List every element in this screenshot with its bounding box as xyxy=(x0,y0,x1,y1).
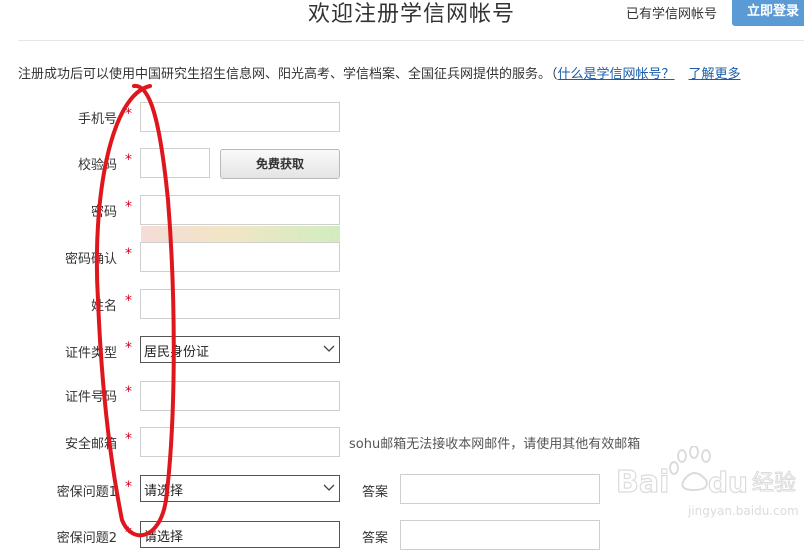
question2-label: 密保问题2 xyxy=(56,531,117,546)
id-number-input[interactable] xyxy=(140,381,340,411)
get-code-button[interactable]: 免费获取 xyxy=(220,149,340,179)
email-input[interactable] xyxy=(140,427,340,457)
svg-text:Bai: Bai xyxy=(616,465,669,500)
watermark-url: jingyan.baidu.com xyxy=(688,504,799,518)
id-type-label: 证件类型 xyxy=(64,346,117,361)
name-label: 姓名 xyxy=(90,299,117,314)
id-number-label: 证件号码 xyxy=(64,390,117,405)
what-is-account-link[interactable]: 什么是学信网帐号？ xyxy=(558,67,675,82)
login-button[interactable]: 立即登录 xyxy=(732,0,804,26)
email-label: 安全邮箱 xyxy=(64,437,117,452)
required-mark: * xyxy=(125,152,132,168)
page-title: 欢迎注册学信网帐号 xyxy=(308,2,516,27)
email-hint: sohu邮箱无法接收本网邮件，请使用其他有效邮箱 xyxy=(349,437,641,452)
baidu-watermark: Bai du 经验 jingyan.baidu.com xyxy=(612,445,802,525)
password-input[interactable] xyxy=(140,195,340,225)
answer1-input[interactable] xyxy=(400,474,600,504)
confirm-label: 密码确认 xyxy=(64,252,117,267)
answer1-label: 答案 xyxy=(362,485,389,500)
password-label: 密码 xyxy=(90,205,117,220)
chevron-down-icon xyxy=(323,484,335,491)
required-mark: * xyxy=(125,246,132,262)
required-mark: * xyxy=(125,525,132,541)
required-mark: * xyxy=(125,340,132,356)
required-mark: * xyxy=(125,431,132,447)
confirm-password-input[interactable] xyxy=(140,242,340,272)
id-type-value: 居民身份证 xyxy=(144,345,210,360)
chevron-down-icon xyxy=(323,345,335,352)
code-label: 校验码 xyxy=(77,158,117,173)
question1-select[interactable]: 请选择 xyxy=(140,475,340,502)
intro-description: 注册成功后可以使用中国研究生招生信息网、阳光高考、学信档案、全国征兵网提供的服务… xyxy=(18,67,558,82)
answer2-label: 答案 xyxy=(362,531,389,546)
svg-text:经验: 经验 xyxy=(752,471,796,496)
password-strength-bar xyxy=(141,226,340,242)
have-account-text: 已有学信网帐号 xyxy=(626,7,718,22)
answer2-input[interactable] xyxy=(400,520,600,550)
code-input[interactable] xyxy=(140,148,210,178)
name-input[interactable] xyxy=(140,289,340,319)
phone-input[interactable] xyxy=(140,102,340,132)
phone-label: 手机号 xyxy=(77,112,117,127)
required-mark: * xyxy=(125,199,132,215)
required-mark: * xyxy=(125,384,132,400)
intro-text: 注册成功后可以使用中国研究生招生信息网、阳光高考、学信档案、全国征兵网提供的服务… xyxy=(18,63,741,82)
required-mark: * xyxy=(125,106,132,122)
id-type-select[interactable]: 居民身份证 xyxy=(140,336,340,363)
svg-text:du: du xyxy=(708,466,748,499)
question1-value: 请选择 xyxy=(144,484,184,499)
question2-select[interactable]: 请选择 xyxy=(140,521,340,548)
required-mark: * xyxy=(125,479,132,495)
question1-label: 密保问题1 xyxy=(56,485,117,500)
learn-more-link[interactable]: 了解更多 xyxy=(689,67,741,82)
header-divider xyxy=(18,40,804,41)
required-mark: * xyxy=(125,293,132,309)
